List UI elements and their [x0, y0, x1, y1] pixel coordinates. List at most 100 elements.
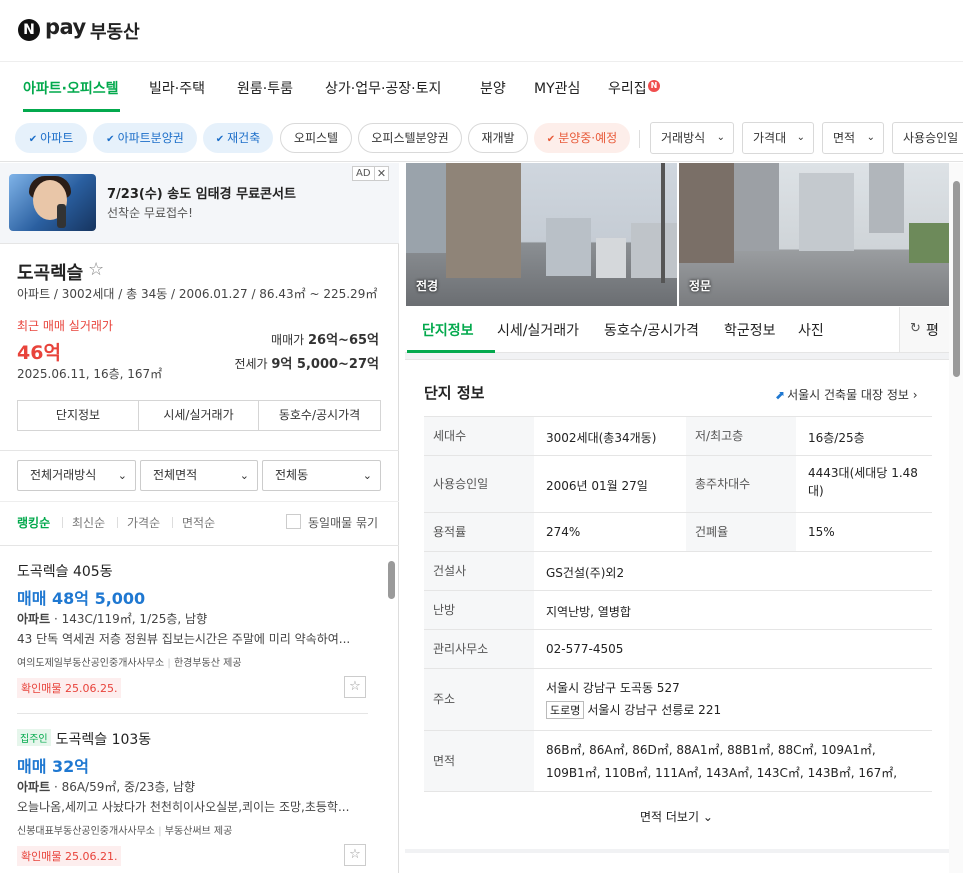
listing-agent: 여의도제일부동산공인중개사사무소 | 한경부동산 제공 — [17, 658, 242, 669]
group-same-listing-checkbox[interactable] — [286, 514, 301, 529]
page-scrollbar[interactable] — [949, 163, 963, 873]
chevron-down-icon: ⌄ — [702, 810, 713, 824]
dropdown-price[interactable]: 가격대 ⌄ — [742, 122, 814, 154]
naver-logo-icon[interactable]: N — [18, 19, 40, 41]
chevron-down-icon: ⌄ — [716, 132, 725, 143]
price-trade-button[interactable]: 시세/실거래가 — [138, 401, 258, 430]
chip-redevelopment[interactable]: 재개발 — [468, 123, 528, 153]
chevron-down-icon: ⌄ — [239, 469, 249, 482]
owner-badge: 집주인 — [17, 729, 51, 746]
tab-unit-price[interactable]: 동호수/공시가격 — [604, 320, 699, 340]
refresh-icon: ↻ — [910, 321, 921, 336]
table-row: 사용승인일 2006년 01월 27일 총주차대수 4443대(세대당 1.48… — [424, 455, 932, 512]
chip-reconstruction[interactable]: ✔ 재건축 — [203, 123, 273, 153]
photo-label: 전경 — [416, 279, 439, 293]
chip-presale-upcoming[interactable]: ✔ 분양중·예정 — [534, 123, 630, 153]
sort-latest[interactable]: 최신순 — [72, 514, 105, 531]
chevron-down-icon: ⌄ — [117, 469, 127, 482]
building-register-link[interactable]: ⬈ 서울시 건축물 대장 정보 › — [775, 386, 918, 403]
table-row: 난방 지역난방, 열병합 — [424, 590, 932, 629]
ad-banner[interactable]: 7/23(수) 송도 임태경 무료콘서트 선착순 무료접수! AD ✕ — [0, 163, 399, 244]
listing-agent: 신봉대표부동산공인중개사사무소 | 부동산써브 제공 — [17, 826, 233, 837]
list-item[interactable]: 도곡렉슬 405동 매매 48억 5,000 아파트 · 143C/119㎡, … — [0, 546, 385, 714]
verified-badge: 확인매물 25.06.21. — [17, 846, 122, 866]
nav-tab-presale[interactable]: 분양 — [480, 78, 506, 98]
table-row: 주소 서울시 강남구 도곡동 527 도로명 서울시 강남구 선릉로 221 — [424, 668, 932, 730]
tab-school[interactable]: 학군정보 — [724, 320, 776, 340]
complex-name: 도곡렉슬 — [17, 263, 84, 284]
left-panel: 7/23(수) 송도 임태경 무료콘서트 선착순 무료접수! AD ✕ 도곡렉슬… — [0, 163, 399, 873]
pay-logo[interactable]: pay — [45, 15, 86, 39]
pyeong-toggle-button[interactable]: ↻ 평 — [899, 307, 950, 352]
chevron-down-icon: ⌄ — [362, 469, 372, 482]
sort-ranking[interactable]: 랭킹순 — [17, 514, 50, 531]
listing-spec: 아파트 · 86A/59㎡, 중/23층, 남향 — [17, 780, 196, 794]
ad-subtitle: 선착순 무료접수! — [107, 206, 193, 220]
road-name-badge: 도로명 — [546, 701, 585, 719]
listing-title[interactable]: 집주인 도곡렉슬 103동 — [17, 729, 151, 749]
photo-main-gate[interactable]: 정문 — [679, 163, 950, 306]
nav-tab-apartment-officetel[interactable]: 아파트·오피스텔 — [23, 78, 118, 98]
recent-trade-label: 최근 매매 실거래가 — [17, 319, 113, 333]
star-icon[interactable]: ☆ — [344, 844, 366, 866]
check-icon: ✔ — [546, 134, 556, 145]
table-row: 용적률 274% 건폐율 15% — [424, 512, 932, 551]
chevron-down-icon: ⌄ — [796, 132, 805, 143]
nav-tab-commercial-land[interactable]: 상가·업무·공장·토지 — [325, 78, 441, 98]
check-icon: ✔ — [215, 134, 225, 145]
nav-tab-my-interest[interactable]: MY관심 — [534, 78, 580, 98]
chip-officetel[interactable]: 오피스텔 — [280, 123, 352, 153]
new-badge: N — [648, 80, 660, 92]
divider — [0, 450, 399, 451]
star-icon[interactable]: ☆ — [344, 676, 366, 698]
listing-price: 매매 48억 5,000 — [17, 589, 146, 608]
photo-label: 정문 — [689, 279, 712, 293]
chip-officetel-presale-right[interactable]: 오피스텔분양권 — [358, 123, 462, 153]
app-title[interactable]: 부동산 — [90, 18, 140, 44]
right-panel: 전경 정문 단지정보 시세/실거래가 동호수/공시가격 학군정보 사진 ↻ 평 … — [405, 163, 963, 873]
listing-scrollbar[interactable] — [386, 546, 397, 873]
close-icon[interactable]: ✕ — [374, 166, 389, 181]
pyeong-label: 평 — [926, 323, 939, 339]
listing-title[interactable]: 도곡렉슬 405동 — [17, 561, 113, 581]
area-more-button[interactable]: 면적 더보기 ⌄ — [640, 808, 713, 825]
nav-tab-oneroom-tworoom[interactable]: 원룸·투룸 — [237, 78, 293, 98]
select-dong[interactable]: 전체동 ⌄ — [262, 460, 381, 491]
unit-price-button[interactable]: 동호수/공시가격 — [258, 401, 380, 430]
chip-apartment[interactable]: ✔ 아파트 — [15, 123, 87, 153]
list-item[interactable]: 집주인 도곡렉슬 103동 매매 32억 아파트 · 86A/59㎡, 중/23층… — [0, 714, 385, 882]
complex-info-section: 단지 정보 ⬈ 서울시 건축물 대장 정보 › 세대수 3002세대(총34개동)… — [405, 359, 950, 849]
divider — [0, 501, 399, 502]
sort-price[interactable]: 가격순 — [127, 514, 160, 531]
dropdown-area[interactable]: 면적 ⌄ — [822, 122, 884, 154]
nav-tab-my-home[interactable]: 우리집 — [608, 78, 647, 98]
dropdown-approval-date[interactable]: 사용승인일 — [892, 122, 963, 154]
sort-divider — [62, 517, 63, 528]
recent-trade-price: 46억 — [17, 342, 61, 364]
chip-apartment-presale-right[interactable]: ✔ 아파트분양권 — [93, 123, 197, 153]
tab-price-trade[interactable]: 시세/실거래가 — [497, 320, 579, 340]
star-icon[interactable]: ☆ — [88, 259, 104, 280]
dropdown-deal-type[interactable]: 거래방식 ⌄ — [650, 122, 734, 154]
select-area[interactable]: 전체면적 ⌄ — [140, 460, 258, 491]
select-deal-type[interactable]: 전체거래방식 ⌄ — [17, 460, 136, 491]
listing-description: 오늘나옴,세끼고 사놨다가 천천히이사오실분,쾨이는 조망,초등학... — [17, 800, 350, 814]
verified-badge: 확인매물 25.06.25. — [17, 678, 122, 698]
complex-info-button[interactable]: 단지정보 — [18, 401, 138, 430]
listing-description: 43 단독 역세권 저층 정원뷰 집보는시간은 주말에 미리 약속하여... — [17, 632, 351, 646]
filter-bar: ✔ 아파트 ✔ 아파트분양권 ✔ 재건축 오피스텔 오피스텔분양권 재개발 ✔ 분양중·… — [0, 114, 963, 162]
ad-title[interactable]: 7/23(수) 송도 임태경 무료콘서트 — [107, 183, 296, 202]
tab-complex-info[interactable]: 단지정보 — [422, 320, 474, 340]
nav-tab-villa-house[interactable]: 빌라·주택 — [149, 78, 205, 98]
filter-divider — [639, 130, 640, 148]
group-same-listing-label[interactable]: 동일매물 묶기 — [308, 514, 378, 531]
ad-thumbnail[interactable] — [9, 174, 96, 231]
tab-photos[interactable]: 사진 — [798, 320, 824, 340]
check-icon: ✔ — [28, 134, 38, 145]
table-row: 세대수 3002세대(총34개동) 저/최고층 16층/25층 — [424, 416, 932, 455]
sort-divider — [117, 517, 118, 528]
listing-price: 매매 32억 — [17, 757, 89, 776]
photo-overview[interactable]: 전경 — [406, 163, 677, 306]
jeonse-price-range: 전세가 9억 5,000~27억 — [234, 357, 379, 372]
sort-area[interactable]: 면적순 — [182, 514, 215, 531]
